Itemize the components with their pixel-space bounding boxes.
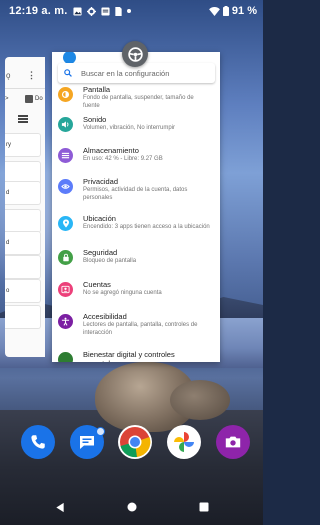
list-item[interactable]: o <box>5 279 41 303</box>
chrome-app-icon[interactable] <box>118 425 152 459</box>
recents-icon <box>199 502 209 512</box>
recent-app-card-files[interactable]: ǫ ⋮ > Do ry d d o <box>5 57 45 357</box>
item-title: Pantalla <box>83 85 111 94</box>
item-title: Cuentas <box>83 280 111 289</box>
settings-item-digital-wellbeing[interactable]: Bienestar digital y controles parentales <box>52 350 220 362</box>
phone-app-icon[interactable] <box>21 425 55 459</box>
gallery-icon <box>73 6 83 16</box>
list-item[interactable] <box>5 255 41 279</box>
steering-wheel-icon <box>127 46 143 62</box>
overflow-menu-icon[interactable]: ⋮ <box>27 70 36 81</box>
sim-icon <box>115 6 123 16</box>
settings-item-security[interactable]: Seguridad Bloqueo de pantalla <box>52 248 220 266</box>
dock <box>0 425 263 465</box>
list-item[interactable]: d <box>5 181 41 205</box>
search-icon-partial: ǫ <box>6 71 11 80</box>
settings-item-privacy[interactable]: Privacidad Permisos, actividad de la cuen… <box>52 177 220 202</box>
location-icon <box>58 216 73 231</box>
item-subtitle: Volumen, vibración, No interrumpir <box>83 125 176 131</box>
list-view-icon[interactable] <box>18 115 28 123</box>
messages-icon <box>80 436 94 449</box>
lock-icon <box>58 250 73 265</box>
message-icon <box>101 6 111 16</box>
list-item-label: d <box>6 190 10 196</box>
status-bar: 12:19 a. m. 91 % <box>0 0 263 22</box>
item-subtitle: Permisos, actividad de la cuenta, datos … <box>83 187 188 201</box>
recent-app-card-settings[interactable]: Buscar en la configuración Pantalla Fondo… <box>52 52 220 362</box>
settings-item-storage[interactable]: Almacenamiento En uso: 42 % - Libre: 9.27… <box>52 146 220 164</box>
item-title: Accesibilidad <box>83 312 127 321</box>
pinwheel-icon <box>174 432 194 452</box>
list-item[interactable]: d <box>5 231 41 255</box>
battery-level: 91 % <box>231 5 257 17</box>
chevron-icon: > <box>5 96 9 102</box>
list-item-label: ry <box>6 142 11 148</box>
privacy-icon <box>58 179 73 194</box>
chrome-icon <box>120 427 151 458</box>
wifi-icon <box>209 6 220 16</box>
item-subtitle: En uso: 42 % - Libre: 9.27 GB <box>83 156 163 162</box>
back-icon <box>56 502 64 513</box>
files-location-row: > Do <box>5 93 45 107</box>
notification-badge <box>96 427 105 436</box>
search-icon <box>64 69 72 77</box>
account-icon <box>58 282 73 297</box>
notification-icons <box>73 6 132 16</box>
list-item-label: o <box>6 288 10 294</box>
camera-app-icon[interactable] <box>216 425 250 459</box>
list-item[interactable] <box>5 305 41 329</box>
item-subtitle: Lectores de pantalla, pantalla, controle… <box>83 322 198 336</box>
photos-app-icon[interactable] <box>167 425 201 459</box>
item-title: Bienestar digital y controles parentales <box>83 350 175 362</box>
folder-icon <box>25 95 33 103</box>
home-icon <box>127 502 137 512</box>
item-title: Almacenamiento <box>83 146 139 155</box>
item-title: Ubicación <box>83 214 116 223</box>
item-title: Seguridad <box>83 248 118 257</box>
item-title: Sonido <box>83 115 107 124</box>
battery-icon <box>222 6 229 16</box>
settings-icon <box>87 6 97 16</box>
storage-icon <box>58 148 73 163</box>
peek-icon <box>63 52 76 64</box>
settings-item-display[interactable]: Pantalla Fondo de pantalla, suspender, ta… <box>52 85 220 110</box>
volume-icon <box>58 117 73 132</box>
item-subtitle: No se agregó ninguna cuenta <box>83 290 162 296</box>
item-subtitle: Encendido: 3 apps tienen acceso a la ubi… <box>83 224 210 230</box>
settings-item-sound[interactable]: Sonido Volumen, vibración, No interrumpir <box>52 115 220 133</box>
files-toolbar: ǫ ⋮ <box>5 65 45 89</box>
search-placeholder: Buscar en la configuración <box>81 68 170 78</box>
list-item-label: d <box>6 240 10 246</box>
brightness-icon <box>58 87 73 102</box>
list-item[interactable]: ry <box>5 133 41 157</box>
wallpaper-rock-small <box>170 380 230 420</box>
settings-item-location[interactable]: Ubicación Encendido: 3 apps tienen acceso… <box>52 214 220 232</box>
settings-item-accessibility[interactable]: Accesibilidad Lectores de pantalla, panta… <box>52 312 220 337</box>
list-item[interactable] <box>5 209 41 233</box>
messages-app-icon[interactable] <box>70 425 105 459</box>
phone-icon <box>31 435 45 449</box>
back-button[interactable] <box>55 502 65 513</box>
folder-label: Do <box>35 96 43 102</box>
camera-icon <box>225 436 241 448</box>
item-subtitle: Bloqueo de pantalla <box>83 258 137 264</box>
item-title: Privacidad <box>83 177 119 186</box>
settings-item-accounts[interactable]: Cuentas No se agregó ninguna cuenta <box>52 280 220 298</box>
recents-button[interactable] <box>199 502 209 512</box>
wellbeing-icon <box>58 352 73 362</box>
notification-dot <box>127 9 132 13</box>
accessibility-icon <box>58 314 73 329</box>
navigation-bar <box>0 493 263 525</box>
home-button[interactable] <box>127 502 137 512</box>
item-subtitle: Fondo de pantalla, suspender, tamaño de … <box>83 95 194 109</box>
status-right: 91 % <box>209 5 257 17</box>
settings-app-icon[interactable] <box>122 41 148 67</box>
status-time: 12:19 a. m. <box>9 5 68 17</box>
